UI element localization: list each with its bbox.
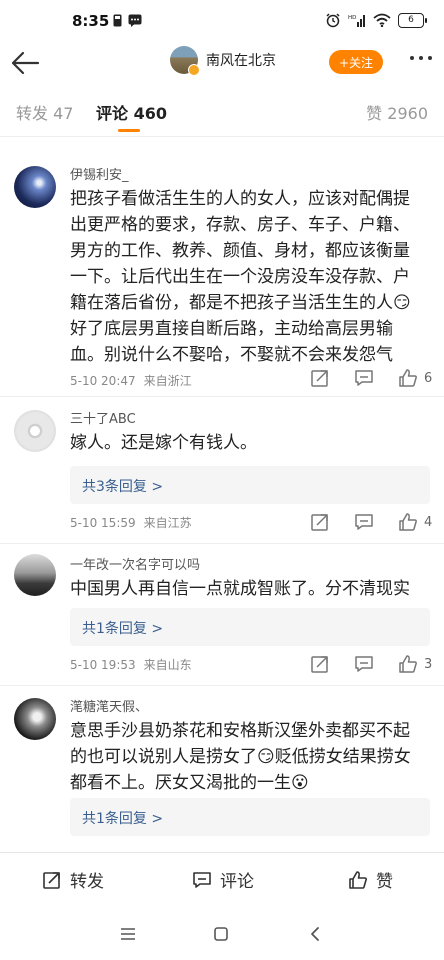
divider [0, 396, 444, 397]
avatar[interactable] [14, 410, 56, 452]
divider [0, 543, 444, 544]
comment-time: 5-10 15:59 [70, 516, 136, 530]
view-replies-button[interactable]: 共1条回复 > [70, 608, 430, 646]
avatar[interactable] [14, 554, 56, 596]
avatar[interactable] [14, 166, 56, 208]
comment-icon[interactable] [352, 510, 376, 534]
home-icon[interactable] [211, 924, 231, 944]
signal-icon: HD [348, 15, 365, 27]
comment-actions: 3 [308, 652, 432, 676]
nav-user[interactable]: 南风在北京 [170, 46, 276, 76]
comment-meta: 5-10 20:47 来自浙江 [70, 372, 192, 389]
comment-actions: 6 [308, 366, 432, 390]
share-icon[interactable] [308, 510, 332, 534]
divider [0, 685, 444, 686]
share-icon[interactable] [308, 366, 332, 390]
like-button[interactable]: 赞 [348, 867, 393, 892]
divider [0, 136, 444, 137]
back-nav-icon[interactable] [305, 924, 325, 944]
alarm-icon [326, 13, 340, 28]
comment-author[interactable]: 三十了ABC [70, 408, 136, 427]
comment-icon[interactable] [352, 366, 376, 390]
share-icon[interactable] [308, 652, 332, 676]
status-bar: 8:35 HD 6 [0, 0, 444, 40]
comment-author[interactable]: 滗糖滗天假、 [70, 696, 148, 715]
thumbs-up-icon[interactable] [396, 652, 420, 676]
comment-text: 意思手沙县奶茶花和安格斯汉堡外卖都买不起的也可以说别人是捞女了😏贬低捞女结果捞女… [70, 721, 411, 793]
message-icon [128, 14, 142, 27]
thumbs-up-icon [349, 870, 367, 889]
comment-text: 中国男人再自信一点就成智账了。分不清现实 [70, 579, 410, 599]
tab-comments[interactable]: 评论 460 [96, 100, 167, 124]
status-time: 8:35 [72, 12, 110, 30]
back-arrow-icon [11, 51, 40, 75]
like-count: 6 [424, 370, 433, 386]
comment-button[interactable]: 评论 [192, 867, 254, 892]
forward-button[interactable]: 转发 [42, 867, 104, 892]
comment-time: 5-10 20:47 [70, 374, 136, 388]
avatar[interactable] [170, 46, 200, 76]
wifi-icon [373, 13, 391, 27]
view-replies-button[interactable]: 共3条回复 > [70, 466, 430, 504]
comment-text: 把孩子看做活生生的人的女人，应该对配偶提出更严格的要求，存款、房子、车子、户籍、… [70, 189, 411, 365]
tab-likes[interactable]: 赞 2960 [366, 100, 428, 124]
thumbs-up-icon[interactable] [396, 366, 420, 390]
nav-username[interactable]: 南风在北京 [206, 50, 276, 70]
comment-meta: 5-10 15:59 来自江苏 [70, 514, 192, 531]
comment-location: 来自江苏 [143, 516, 192, 530]
avatar[interactable] [14, 698, 56, 740]
menu-icon[interactable] [118, 924, 138, 944]
tab-active-indicator [118, 129, 140, 132]
comment-meta: 5-10 19:53 来自山东 [70, 656, 192, 673]
thumbs-up-icon[interactable] [396, 510, 420, 534]
tab-bar: 转发 47 评论 460 赞 2960 [0, 88, 444, 134]
comment-text: 嫁人。还是嫁个有钱人。 [70, 433, 257, 453]
comment-location: 来自浙江 [143, 374, 192, 388]
system-nav-bar [0, 908, 444, 960]
sim-icon [113, 14, 122, 27]
battery-indicator: 6 [398, 12, 427, 28]
comment-actions: 4 [308, 510, 432, 534]
bottom-action-bar: 转发 评论 赞 [0, 852, 444, 909]
comment-author[interactable]: 伊锡利安_ [70, 164, 129, 183]
follow-button[interactable]: +关注 [329, 50, 383, 74]
comment-time: 5-10 19:53 [70, 658, 136, 672]
more-dots-icon[interactable] [410, 56, 432, 60]
like-count: 4 [424, 514, 433, 530]
comment-icon[interactable] [352, 652, 376, 676]
comment-author[interactable]: 一年改一次名字可以吗 [70, 554, 200, 573]
svg-text:HD: HD [348, 15, 356, 21]
comment-icon [193, 871, 211, 888]
view-replies-button[interactable]: 共1条回复 > [70, 798, 430, 836]
share-icon [43, 871, 60, 889]
back-button[interactable] [8, 46, 42, 80]
nav-bar: 南风在北京 +关注 [0, 40, 444, 86]
verified-badge-icon [188, 64, 200, 76]
comment-location: 来自山东 [143, 658, 192, 672]
tab-forward[interactable]: 转发 47 [16, 100, 73, 124]
like-count: 3 [424, 656, 433, 672]
